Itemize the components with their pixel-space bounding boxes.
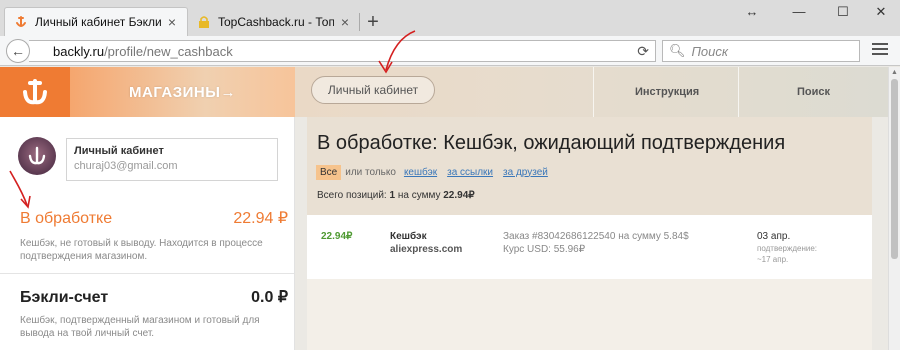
row-type-cell: Кешбэк aliexpress.com	[390, 230, 462, 256]
totals-middle: на сумму	[397, 190, 441, 201]
pending-amount: 22.94 ₽	[233, 210, 288, 227]
row-date-cell: 03 апр. подтверждение: ~17 апр.	[757, 230, 817, 265]
main-header-panel: В обработке: Кешбэк, ожидающий подтвержд…	[307, 117, 872, 215]
row-date: 03 апр.	[757, 231, 791, 242]
lock-favicon-icon	[196, 14, 212, 30]
totals-prefix: Всего позиций:	[317, 190, 387, 201]
sidebar-divider	[0, 273, 294, 274]
tab-backly[interactable]: Личный кабинет Бэкли ×	[4, 7, 188, 36]
profile-email: churaj03@gmail.com	[74, 160, 178, 172]
avatar[interactable]	[18, 137, 56, 175]
pending-balance[interactable]: В обработке 22.94 ₽	[20, 208, 288, 228]
tab-close-icon[interactable]: ×	[165, 14, 179, 30]
browser-nav-bar: backly.ru/profile/new_cashback ⟳ ← 🔍︎ По…	[0, 36, 900, 66]
url-path: /profile/new_cashback	[104, 43, 233, 59]
account-balance[interactable]: Бэкли-счет 0.0 ₽	[20, 287, 288, 307]
filter-bar: Все или только кешбэк за ссылки за друзе…	[316, 163, 558, 181]
main-empty-area	[307, 279, 872, 350]
row-store: aliexpress.com	[390, 244, 463, 255]
totals-line: Всего позиций: 1 на сумму 22.94₽	[317, 190, 475, 201]
search-icon: 🔍︎	[669, 43, 686, 58]
backly-logo[interactable]	[0, 67, 70, 117]
account-label: Бэкли-счет	[20, 289, 109, 306]
account-description: Кешбэк, подтвержденный магазином и готов…	[20, 315, 260, 339]
filter-or-only-label: или только	[345, 166, 396, 178]
row-confirm-label: подтверждение:	[757, 244, 818, 253]
back-button[interactable]: ←	[6, 39, 30, 63]
row-type: Кешбэк	[390, 231, 427, 242]
vertical-scrollbar[interactable]: ▲	[888, 67, 900, 350]
list-item[interactable]: 22.94₽ Кешбэк aliexpress.com Заказ #8304…	[307, 215, 872, 279]
resize-icon[interactable]: ↔	[737, 2, 767, 22]
close-window-button[interactable]: ✕	[866, 2, 896, 22]
nav-divider	[593, 67, 594, 117]
maximize-button[interactable]: ☐	[828, 2, 858, 22]
top-navigation: Личный кабинет Инструкция Поиск	[295, 67, 888, 117]
tab-close-icon[interactable]: ×	[338, 14, 352, 30]
row-rate: Курс USD: 55.96₽	[503, 244, 586, 255]
tab-separator	[359, 13, 360, 31]
scroll-thumb[interactable]	[891, 79, 898, 259]
scroll-up-icon[interactable]: ▲	[889, 68, 900, 78]
profile-card[interactable]: Личный кабинет churaj03@gmail.com	[66, 138, 278, 181]
hamburger-menu-icon[interactable]	[872, 43, 888, 59]
new-tab-button[interactable]: +	[362, 12, 384, 34]
nav-divider	[738, 67, 739, 117]
filter-for-friends[interactable]: за друзей	[503, 167, 548, 178]
anchor-logo-icon	[23, 79, 47, 105]
backly-favicon-icon	[13, 14, 29, 30]
search-placeholder: Поиск	[691, 43, 729, 59]
profile-sidebar: Личный кабинет churaj03@gmail.com В обра…	[0, 117, 295, 350]
pending-label: В обработке	[20, 210, 113, 227]
filter-cashback[interactable]: кешбэк	[404, 167, 437, 178]
browser-tab-strip: Личный кабинет Бэкли × TopCashback.ru - …	[0, 0, 900, 36]
personal-cabinet-button[interactable]: Личный кабинет	[311, 76, 435, 104]
url-bar[interactable]: backly.ru/profile/new_cashback ⟳	[29, 40, 656, 62]
totals-count: 1	[389, 190, 396, 201]
filter-by-link[interactable]: за ссылки	[447, 167, 493, 178]
totals-sum: 22.94₽	[443, 190, 475, 201]
stores-button[interactable]: МАГАЗИНЫ→	[70, 67, 295, 117]
back-arrow-icon: ←	[11, 43, 25, 59]
nav-instructions[interactable]: Инструкция	[635, 67, 699, 117]
site-header: МАГАЗИНЫ→ Личный кабинет Инструкция Поис…	[0, 67, 888, 117]
nav-search[interactable]: Поиск	[797, 67, 830, 117]
minimize-button[interactable]: —	[784, 2, 814, 22]
page-title: В обработке: Кешбэк, ожидающий подтвержд…	[317, 132, 786, 154]
account-amount: 0.0 ₽	[251, 289, 288, 306]
row-amount: 22.94₽	[321, 231, 353, 242]
url-domain: backly.ru	[53, 43, 105, 59]
pending-description: Кешбэк, не готовый к выводу. Находится в…	[20, 238, 263, 262]
tab-title: Личный кабинет Бэкли	[35, 15, 161, 29]
profile-title: Личный кабинет	[74, 145, 164, 157]
filter-all[interactable]: Все	[316, 164, 342, 180]
row-confirm-date: ~17 апр.	[757, 255, 789, 264]
browser-search-input[interactable]: 🔍︎ Поиск	[662, 40, 860, 62]
row-order: Заказ #83042686122540 на сумму 5.84$	[503, 231, 689, 242]
tab-topcashback[interactable]: TopCashback.ru - Топ лу ×	[188, 7, 360, 36]
avatar-anchor-icon	[28, 146, 46, 165]
tab-title: TopCashback.ru - Топ лу	[218, 14, 334, 29]
row-order-cell: Заказ #83042686122540 на сумму 5.84$ Кур…	[503, 230, 689, 256]
reload-icon[interactable]: ⟳	[637, 43, 649, 60]
